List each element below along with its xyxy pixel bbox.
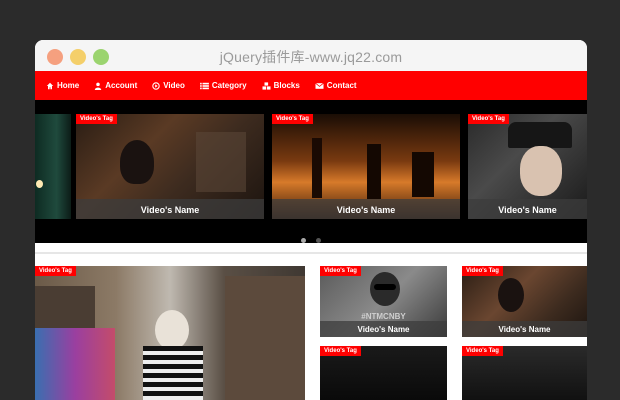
video-tag[interactable]: Video's Tag bbox=[320, 346, 361, 356]
nav-label-video: Video bbox=[163, 81, 185, 90]
light-glow bbox=[36, 180, 43, 188]
slide-3[interactable]: Video's Tag Video's Name bbox=[468, 114, 587, 219]
title-bar: jQuery插件库-www.jq22.com bbox=[35, 40, 587, 71]
graffiti-wall bbox=[35, 328, 115, 400]
building-wall bbox=[225, 276, 305, 400]
video-name[interactable]: Video's Name bbox=[468, 205, 587, 215]
video-card[interactable]: #NTMCNBY Video's Tag Video's Name bbox=[320, 266, 447, 337]
video-tag[interactable]: Video's Tag bbox=[320, 266, 361, 276]
nav-label-blocks: Blocks bbox=[273, 81, 300, 90]
background-shape bbox=[196, 132, 246, 192]
video-tag[interactable]: Video's Tag bbox=[272, 114, 313, 124]
silhouette-figure bbox=[312, 138, 322, 198]
section-divider bbox=[35, 252, 587, 254]
video-name[interactable]: Video's Name bbox=[320, 325, 447, 334]
nav-item-blocks[interactable]: Blocks bbox=[262, 81, 300, 90]
user-icon bbox=[94, 82, 102, 90]
slide-2[interactable]: Video's Tag Video's Name bbox=[272, 114, 460, 219]
striped-shirt bbox=[143, 346, 203, 400]
envelope-icon bbox=[315, 82, 324, 90]
nav-label-home: Home bbox=[57, 81, 80, 90]
video-tag[interactable]: Video's Tag bbox=[468, 114, 509, 124]
silhouette-figure bbox=[367, 144, 381, 199]
play-circle-icon bbox=[152, 81, 160, 90]
main-navbar: Home Account Video Category Blocks Conta… bbox=[35, 71, 587, 100]
nav-label-contact: Contact bbox=[326, 81, 357, 90]
video-slider[interactable]: Video's Tag Video's Name Video's Tag Vid… bbox=[35, 100, 587, 243]
nav-item-account[interactable]: Account bbox=[94, 81, 137, 90]
video-card[interactable]: Video's Tag bbox=[462, 346, 587, 400]
featured-video-card[interactable]: Video's Tag bbox=[35, 266, 305, 400]
video-tag[interactable]: Video's Tag bbox=[76, 114, 117, 124]
singer-figure bbox=[120, 140, 154, 184]
pager-dot-2[interactable] bbox=[316, 238, 322, 243]
list-icon bbox=[199, 82, 209, 90]
nav-label-category: Category bbox=[211, 81, 247, 90]
nav-item-contact[interactable]: Contact bbox=[315, 81, 357, 90]
video-card[interactable]: Video's Tag bbox=[320, 346, 447, 400]
singer-figure bbox=[498, 278, 524, 312]
silhouette-figure bbox=[412, 152, 434, 197]
face bbox=[520, 146, 562, 196]
pager-dot-1[interactable] bbox=[300, 238, 306, 243]
nav-item-home[interactable]: Home bbox=[46, 81, 79, 90]
person-head bbox=[155, 310, 189, 350]
video-name[interactable]: Video's Name bbox=[462, 325, 587, 334]
nav-item-video[interactable]: Video bbox=[152, 81, 185, 90]
top-hat bbox=[508, 122, 572, 148]
slider-pager bbox=[35, 230, 587, 243]
video-name[interactable]: Video's Name bbox=[272, 205, 460, 215]
slide-thumbnail bbox=[35, 114, 71, 219]
video-tag[interactable]: Video's Tag bbox=[462, 266, 503, 276]
window-title: jQuery插件库-www.jq22.com bbox=[219, 49, 403, 65]
video-card[interactable]: Video's Tag Video's Name bbox=[462, 266, 587, 337]
slide-partial[interactable] bbox=[35, 114, 71, 219]
nav-item-category[interactable]: Category bbox=[199, 81, 247, 90]
cubes-icon bbox=[262, 81, 271, 90]
nav-label-account: Account bbox=[105, 81, 138, 90]
video-name[interactable]: Video's Name bbox=[76, 205, 264, 215]
browser-window: jQuery插件库-www.jq22.com Home Account Vide… bbox=[35, 40, 587, 400]
sunglasses bbox=[374, 284, 396, 290]
video-tag[interactable]: Video's Tag bbox=[35, 266, 76, 276]
video-tag[interactable]: Video's Tag bbox=[462, 346, 503, 356]
shirt-text: #NTMCNBY bbox=[361, 312, 406, 321]
home-icon bbox=[46, 82, 54, 90]
slide-1[interactable]: Video's Tag Video's Name bbox=[76, 114, 264, 219]
